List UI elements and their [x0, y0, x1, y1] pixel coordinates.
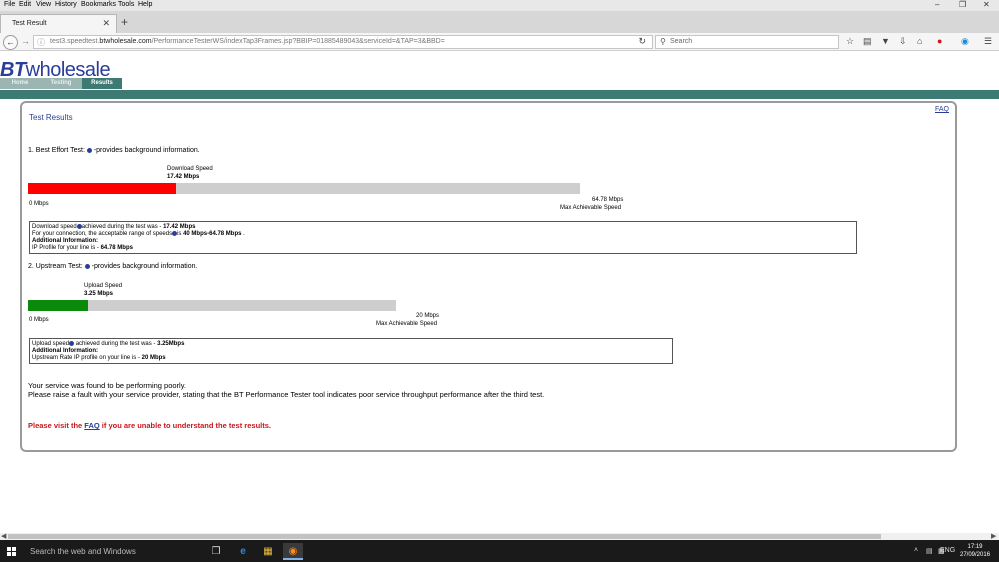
windows-start-icon[interactable] — [7, 547, 16, 556]
file-explorer-icon[interactable]: ▦ — [258, 543, 278, 560]
minimize-icon[interactable]: – — [935, 0, 939, 9]
home-icon[interactable]: ⌂ — [917, 36, 922, 46]
menu-help[interactable]: Help — [138, 1, 152, 8]
downloads-icon[interactable]: ⇩ — [899, 36, 907, 47]
upload-heading-suffix: -provides background information. — [89, 263, 198, 270]
url-text: test3.speedtest.btwholesale.com/Performa… — [50, 38, 445, 45]
scroll-left-icon[interactable]: ◀ — [1, 532, 6, 540]
summary-text: Your service was found to be performing … — [28, 381, 544, 399]
task-view-icon[interactable]: ❐ — [206, 543, 226, 560]
upload-bar-track — [28, 300, 396, 311]
download-bar-label: Download Speed — [167, 166, 213, 172]
menu-hamburger-icon[interactable]: ☰ — [984, 36, 992, 47]
clock-time: 17:19 — [967, 544, 983, 550]
download-bar-value: 17.42 Mbps — [167, 174, 200, 180]
upload-max-label: 20 Mbps — [416, 313, 440, 319]
download-section-heading: 1. Best Effort Test: -provides backgroun… — [28, 147, 200, 154]
menu-file[interactable]: File — [4, 1, 15, 8]
page-title: Test Results — [29, 113, 73, 122]
bookmarks-list-icon[interactable]: ▤ — [863, 36, 872, 47]
scrollbar-thumb[interactable] — [8, 534, 881, 539]
taskbar-search[interactable]: Search the web and Windows — [30, 547, 136, 556]
menu-history[interactable]: History — [55, 1, 77, 8]
upload-min-label: 0 Mbps — [29, 317, 49, 323]
tab-title: Test Result — [12, 20, 47, 27]
new-tab-icon[interactable]: + — [121, 15, 128, 29]
notice-text-b: if you are unable to understand the test… — [99, 421, 271, 430]
download-info-line-3: Additional Information: — [32, 238, 98, 245]
upload-info-line-1: Upload speed achieved during the test wa… — [32, 341, 185, 348]
search-icon: ⚲ — [660, 37, 666, 46]
bt-wholesale-logo[interactable]: BTwholesale — [0, 60, 111, 80]
menu-bookmarks[interactable]: Bookmarks — [81, 1, 116, 8]
addon-icon[interactable]: ● — [937, 36, 942, 46]
download-heading-suffix: -provides background information. — [91, 147, 200, 154]
tab-home[interactable]: Home — [0, 78, 40, 89]
menu-view[interactable]: View — [36, 1, 51, 8]
tab-testing[interactable]: Testing — [40, 78, 82, 89]
upload-info-box: Upload speed achieved during the test wa… — [29, 338, 673, 364]
upload-bar-value: 3.25 Mbps — [84, 291, 114, 297]
download-heading-text: 1. Best Effort Test: — [28, 147, 87, 154]
edge-browser-icon[interactable]: e — [233, 543, 253, 560]
tab-strip: Test Result ✕ + — [0, 11, 999, 33]
navigation-bar: ← → ⓘ test3.speedtest.btwholesale.com/Pe… — [0, 33, 999, 51]
search-bar[interactable]: ⚲ Search — [655, 35, 839, 49]
download-bar-track — [28, 183, 580, 194]
menu-bar: File Edit View History Bookmarks Tools H… — [0, 0, 999, 11]
search-placeholder: Search — [670, 38, 693, 45]
download-bar-fill — [28, 183, 177, 194]
faq-link[interactable]: FAQ — [935, 106, 949, 113]
close-window-icon[interactable]: ✕ — [983, 0, 990, 9]
skype-icon[interactable]: ◉ — [961, 36, 969, 47]
restore-icon[interactable]: ❐ — [959, 0, 966, 9]
download-info-line-4: IP Profile for your line is - 64.78 Mbps — [32, 245, 133, 252]
download-max-caption: Max Achievable Speed — [560, 205, 622, 211]
language-indicator[interactable]: ENG — [940, 547, 955, 554]
menu-edit[interactable]: Edit — [19, 1, 31, 8]
back-button[interactable]: ← — [3, 35, 18, 50]
reload-icon[interactable]: ↻ — [638, 36, 646, 47]
tab-close-icon[interactable]: ✕ — [102, 18, 110, 29]
upload-heading-text: 2. Upstream Test: — [28, 263, 85, 270]
tray-chevron-icon[interactable]: ˄ — [914, 547, 918, 554]
network-icon[interactable]: ▤ — [926, 547, 933, 555]
horizontal-scrollbar[interactable]: ◀ ▶ — [0, 533, 999, 540]
download-info-box: Download speed achieved during the test w… — [29, 221, 857, 254]
upload-bar-fill — [28, 300, 88, 311]
upload-info-line-2: Additional Information: — [32, 348, 98, 355]
header-band — [0, 90, 999, 99]
url-bar[interactable]: ⓘ test3.speedtest.btwholesale.com/Perfor… — [33, 35, 653, 49]
pocket-icon[interactable]: ▼ — [881, 36, 890, 46]
upload-section-heading: 2. Upstream Test: -provides background i… — [28, 263, 197, 270]
firefox-icon[interactable]: ◉ — [283, 543, 303, 560]
notice-text-a: Please visit the — [28, 421, 85, 430]
site-info-icon[interactable]: ⓘ — [37, 37, 45, 48]
summary-line-1: Your service was found to be performing … — [28, 381, 187, 390]
browser-tab[interactable]: Test Result ✕ — [0, 14, 117, 33]
menu-tools[interactable]: Tools — [118, 1, 134, 8]
tab-results[interactable]: Results — [82, 78, 122, 89]
windows-taskbar: Search the web and Windows ❐ e ▦ ◉ ˄ ▤ ▩… — [0, 540, 999, 562]
summary-line-2: Please raise a fault with your service p… — [28, 390, 545, 399]
system-clock[interactable]: 17:19 27/09/2016 — [960, 543, 990, 559]
download-info-line-1: Download speed achieved during the test w… — [32, 224, 196, 231]
clock-date: 27/09/2016 — [960, 552, 991, 558]
download-max-label: 64.78 Mbps — [592, 197, 624, 203]
upload-info-line-3: Upstream Rate IP profile on your line is… — [32, 355, 166, 362]
scroll-right-icon[interactable]: ▶ — [991, 532, 996, 540]
download-min-label: 0 Mbps — [29, 201, 49, 207]
upload-bar-label: Upload Speed — [84, 283, 123, 289]
faq-notice: Please visit the FAQ if you are unable t… — [28, 421, 271, 430]
bookmark-star-icon[interactable]: ☆ — [846, 36, 854, 47]
forward-button[interactable]: → — [21, 36, 30, 46]
notice-faq-link[interactable]: FAQ — [84, 421, 99, 430]
upload-max-caption: Max Achievable Speed — [376, 321, 438, 327]
download-info-line-2: For your connection, the acceptable rang… — [32, 231, 245, 238]
